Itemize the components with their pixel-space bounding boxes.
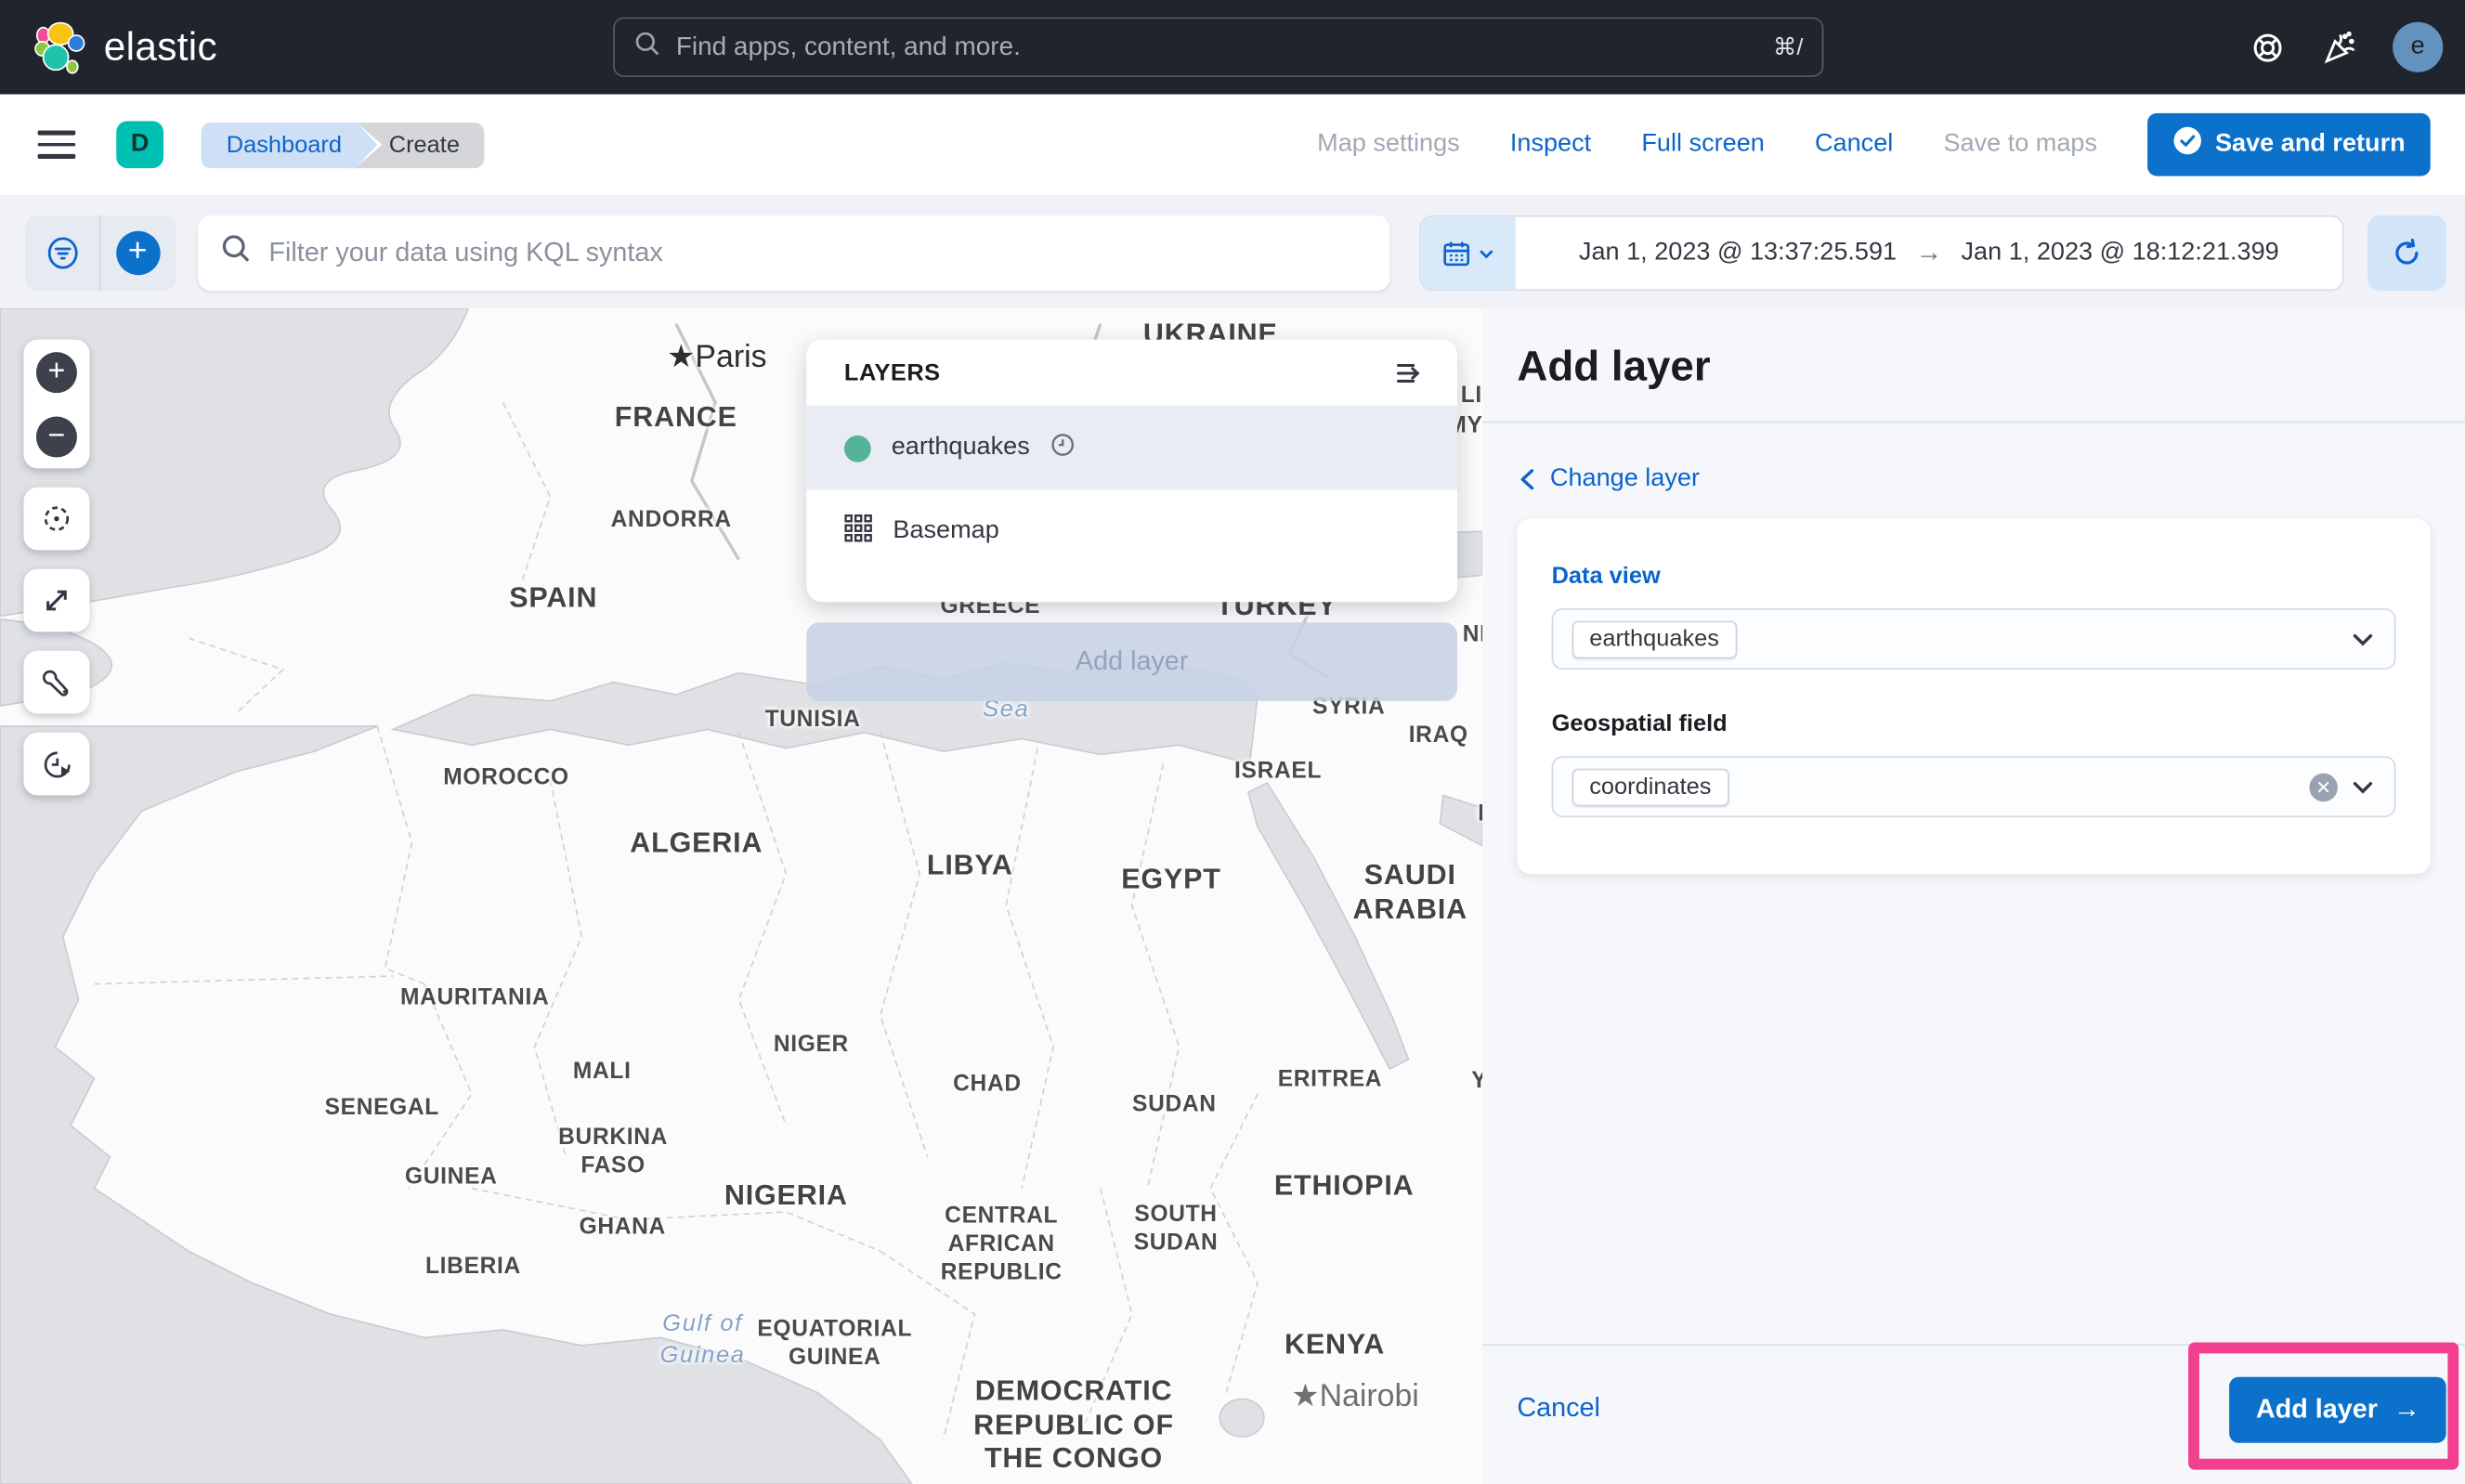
grid-icon [844, 514, 872, 550]
collapse-layers-icon[interactable] [1391, 356, 1426, 390]
date-end[interactable]: Jan 1, 2023 @ 18:12:21.399 [1962, 239, 2279, 267]
layer-row-basemap[interactable]: Basemap [806, 488, 1457, 572]
add-layer-flyout: Add layer Change layer Data view earthqu… [1482, 308, 2465, 1484]
elastic-logo-icon [34, 20, 88, 74]
date-start[interactable]: Jan 1, 2023 @ 13:37:25.591 [1579, 239, 1897, 267]
data-view-label: Data view [1552, 563, 2396, 590]
kql-search-bar[interactable] [198, 215, 1389, 291]
refresh-icon [2391, 238, 2422, 269]
filter-icon[interactable] [25, 215, 99, 291]
search-icon [220, 233, 254, 274]
layer-label: Basemap [893, 517, 998, 545]
elastic-logo[interactable]: elastic [34, 20, 217, 74]
map-canvas[interactable]: UKRAINE★ParisFRANCEANDORRASPAINGREECETUR… [0, 308, 1482, 1484]
full-screen-map-button[interactable] [23, 569, 89, 632]
time-filter-clock-icon [1050, 432, 1076, 465]
global-search[interactable]: ⌘/ [613, 18, 1823, 77]
data-view-value: earthquakes [1572, 620, 1737, 658]
zoom-out-button[interactable]: − [36, 416, 77, 457]
user-avatar[interactable]: e [2393, 22, 2443, 72]
calendar-icon [1441, 238, 1471, 267]
layer-swatch [844, 435, 871, 462]
add-layer-disabled-button[interactable]: Add layer [806, 622, 1457, 701]
layer-row-earthquakes[interactable]: earthquakes [806, 406, 1457, 489]
add-layer-button[interactable]: Add layer → [2229, 1377, 2446, 1443]
arrow-right-icon: → [2393, 1394, 2420, 1425]
menu-icon[interactable] [38, 130, 76, 158]
clear-selection-icon[interactable]: ✕ [2309, 773, 2337, 801]
timeslider-button[interactable] [23, 733, 89, 796]
date-range-picker[interactable]: Jan 1, 2023 @ 13:37:25.591 → Jan 1, 2023… [1419, 215, 2343, 291]
app-toolbar: D Dashboard Create Map settings Inspect … [0, 95, 2465, 197]
data-view-select[interactable]: earthquakes [1552, 608, 2396, 670]
flyout-title: Add layer [1517, 343, 1710, 391]
tools-button[interactable] [23, 651, 89, 714]
breadcrumb: Dashboard Create [202, 122, 485, 167]
global-search-input[interactable] [676, 33, 1759, 62]
set-view-button[interactable] [23, 488, 89, 551]
crosshair-icon [39, 501, 73, 536]
cancel-link[interactable]: Cancel [1815, 130, 1893, 158]
chevron-left-icon [1517, 467, 1537, 492]
help-icon[interactable] [2248, 28, 2286, 66]
geospatial-field-select[interactable]: coordinates ✕ [1552, 756, 2396, 817]
breadcrumb-dashboard[interactable]: Dashboard [202, 122, 358, 167]
layers-panel: LAYERS earthquakes [806, 340, 1457, 603]
kql-input[interactable] [268, 238, 1367, 269]
geospatial-field-value: coordinates [1572, 768, 1729, 806]
change-layer-link[interactable]: Change layer [1517, 465, 1700, 493]
global-header: elastic ⌘/ [0, 0, 2465, 95]
clock-play-icon [40, 748, 73, 781]
maps-app: elastic ⌘/ [0, 0, 2465, 1484]
date-quick-select[interactable] [1421, 217, 1516, 290]
filter-controls: + [25, 215, 176, 291]
flyout-cancel-link[interactable]: Cancel [1517, 1393, 1600, 1425]
save-and-return-button[interactable]: Save and return [2147, 113, 2431, 176]
chevron-down-icon [1478, 244, 1495, 262]
chevron-down-icon [2350, 775, 2375, 800]
map-settings-link[interactable]: Map settings [1317, 130, 1460, 158]
geospatial-field-label: Geospatial field [1552, 710, 2396, 737]
layer-settings-card: Data view earthquakes Geospatial field c… [1517, 519, 2430, 875]
search-shortcut: ⌘/ [1773, 33, 1803, 61]
refresh-button[interactable] [2367, 215, 2446, 291]
full-screen-link[interactable]: Full screen [1641, 130, 1764, 158]
add-filter-button[interactable]: + [100, 215, 175, 291]
inspect-link[interactable]: Inspect [1510, 130, 1591, 158]
space-badge[interactable]: D [116, 121, 163, 168]
chevron-down-icon [2350, 627, 2375, 652]
arrow-right-icon: → [1915, 238, 1942, 269]
search-icon [633, 29, 661, 65]
product-name: elastic [104, 24, 217, 70]
check-circle-icon [2172, 125, 2202, 163]
wrench-icon [40, 666, 73, 699]
save-to-maps-link[interactable]: Save to maps [1943, 130, 2097, 158]
expand-icon [41, 585, 72, 617]
zoom-in-button[interactable]: + [36, 351, 77, 392]
query-bar: + Jan 1, 2023 [0, 197, 2465, 308]
layers-title: LAYERS [844, 359, 941, 386]
plus-icon: + [115, 231, 159, 275]
layer-label: earthquakes [892, 434, 1030, 462]
news-feed-icon[interactable] [2320, 28, 2358, 66]
map-tools: + − [23, 340, 89, 814]
